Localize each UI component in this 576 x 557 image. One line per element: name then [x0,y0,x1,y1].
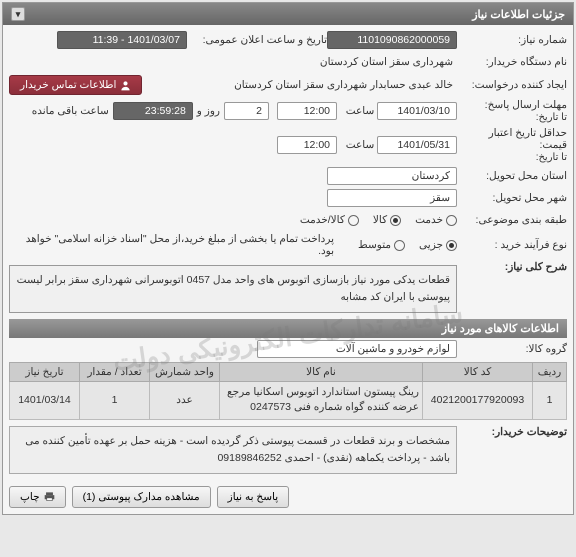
td-date: 1401/03/14 [10,381,80,420]
deadline-time: 12:00 [277,102,337,120]
group-value: لوازم خودرو و ماشین آلات [257,340,457,358]
td-qty: 1 [80,381,150,420]
radio-medium[interactable]: متوسط [358,239,405,251]
th-date: تاریخ نیاز [10,362,80,381]
goods-header: اطلاعات کالاهای مورد نیاز [9,319,567,338]
org-label: نام دستگاه خریدار: [457,56,567,68]
footer-buttons: پاسخ به نیاز مشاهده مدارک پیوستی (1) چاپ [3,480,573,514]
main-desc-label: شرح کلی نیاز: [457,261,567,273]
th-name: نام کالا [220,362,423,381]
panel-header: جزئیات اطلاعات نیاز ▾ [3,3,573,25]
notes-box: مشخصات و برند قطعات در قسمت پیوستی ذکر گ… [9,426,457,474]
process-label: نوع فرآیند خرید : [457,239,567,251]
radio-goods-service[interactable]: کالا/خدمت [300,214,359,226]
notes-label: توضیحات خریدار: [457,426,567,438]
contact-button[interactable]: اطلاعات تماس خریدار [9,75,142,95]
goods-table: ردیف کد کالا نام کالا واحد شمارش تعداد /… [9,362,567,421]
panel-title: جزئیات اطلاعات نیاز [472,8,565,21]
process-note: پرداخت تمام یا بخشی از مبلغ خرید،از محل … [9,233,338,257]
validity-date: 1401/05/31 [377,136,457,154]
radio-service[interactable]: خدمت [415,214,457,226]
table-header-row: ردیف کد کالا نام کالا واحد شمارش تعداد /… [10,362,567,381]
city-value: سقز [327,189,457,207]
org-value: شهرداری سقز استان کردستان [316,56,457,68]
requester-value: خالد عبدی حسابدار شهرداری سقز استان کردس… [142,79,457,91]
remain-days: 2 [224,102,269,120]
td-idx: 1 [533,381,567,420]
attachments-button[interactable]: مشاهده مدارک پیوستی (1) [72,486,211,508]
deadline-date: 1401/03/10 [377,102,457,120]
city-label: شهر محل تحویل: [457,192,567,204]
respond-button[interactable]: پاسخ به نیاز [217,486,289,508]
remain-time: 23:59:28 [113,102,193,120]
print-icon [44,491,55,502]
category-radio-group: خدمت کالا کالا/خدمت [300,214,457,226]
remain-suffix: ساعت باقی مانده [28,105,113,117]
collapse-icon[interactable]: ▾ [11,7,25,21]
province-label: استان محل تحویل: [457,170,567,182]
requester-label: ایجاد کننده درخواست: [457,79,567,91]
main-desc-box: قطعات یدکی مورد نیاز بازسازی اتوبوس های … [9,265,457,313]
main-panel: جزئیات اطلاعات نیاز ▾ شماره نیاز: 110109… [2,2,574,515]
radio-goods[interactable]: کالا [373,214,401,226]
form-body: شماره نیاز: 1101090862000059 تاریخ و ساع… [3,25,573,480]
radio-partial[interactable]: جزیی [419,239,457,251]
category-label: طبقه بندی موضوعی: [457,214,567,226]
th-qty: تعداد / مقدار [80,362,150,381]
announce-label: تاریخ و ساعت اعلان عمومی: [187,34,327,46]
group-label: گروه کالا: [457,343,567,355]
deadline-label: مهلت ارسال پاسخ:تا تاریخ: [457,99,567,123]
attachments-button-label: مشاهده مدارک پیوستی (1) [83,491,200,503]
need-no-value: 1101090862000059 [327,31,457,49]
process-radio-group: جزیی متوسط [358,239,457,251]
print-button[interactable]: چاپ [9,486,66,508]
time-label-1: ساعت [337,105,377,117]
person-icon [120,80,131,91]
print-button-label: چاپ [20,491,40,503]
th-idx: ردیف [533,362,567,381]
time-label-2: ساعت [337,139,377,151]
th-code: کد کالا [423,362,533,381]
need-no-label: شماره نیاز: [457,34,567,46]
td-code: 4021200177920093 [423,381,533,420]
th-unit: واحد شمارش [150,362,220,381]
remain-days-label: روز و [193,105,224,117]
validity-label: حداقل تاریخ اعتبار قیمت:تا تاریخ: [457,127,567,163]
announce-value: 1401/03/07 - 11:39 [57,31,187,49]
td-name: رینگ پیستون استاندارد اتوبوس اسکانیا مرج… [220,381,423,420]
td-unit: عدد [150,381,220,420]
table-row: 1 4021200177920093 رینگ پیستون استاندارد… [10,381,567,420]
respond-button-label: پاسخ به نیاز [228,491,278,503]
province-value: کردستان [327,167,457,185]
contact-button-label: اطلاعات تماس خریدار [20,79,116,91]
validity-time: 12:00 [277,136,337,154]
